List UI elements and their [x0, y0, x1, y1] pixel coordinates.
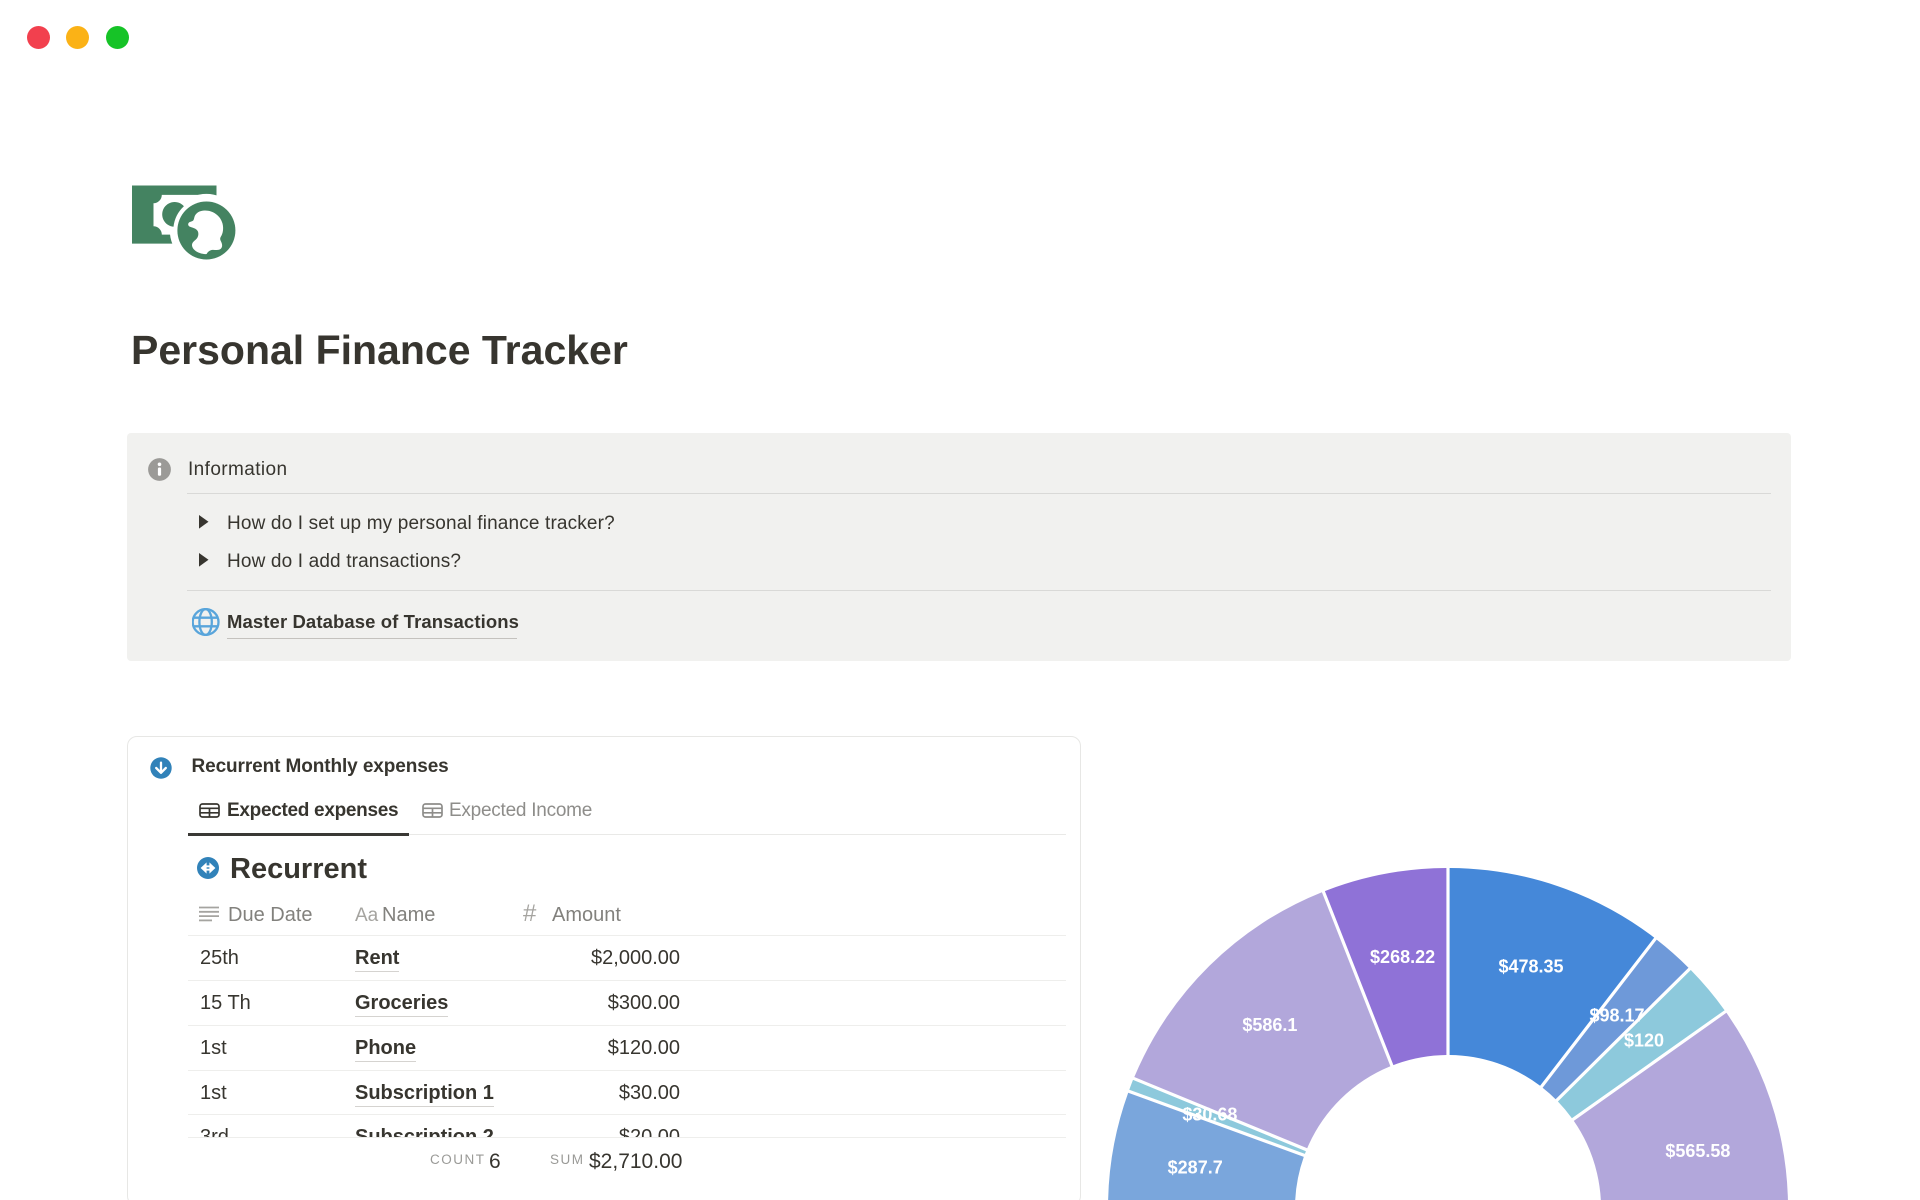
svg-text:$287.7: $287.7	[1168, 1158, 1223, 1178]
svg-text:$478.35: $478.35	[1498, 957, 1563, 977]
svg-text:$30.68: $30.68	[1182, 1105, 1237, 1125]
svg-text:$98.17: $98.17	[1589, 1006, 1644, 1026]
svg-text:$268.22: $268.22	[1370, 947, 1435, 967]
svg-text:$120: $120	[1624, 1031, 1664, 1051]
svg-text:$586.1: $586.1	[1242, 1015, 1297, 1035]
svg-text:$565.58: $565.58	[1665, 1141, 1730, 1161]
